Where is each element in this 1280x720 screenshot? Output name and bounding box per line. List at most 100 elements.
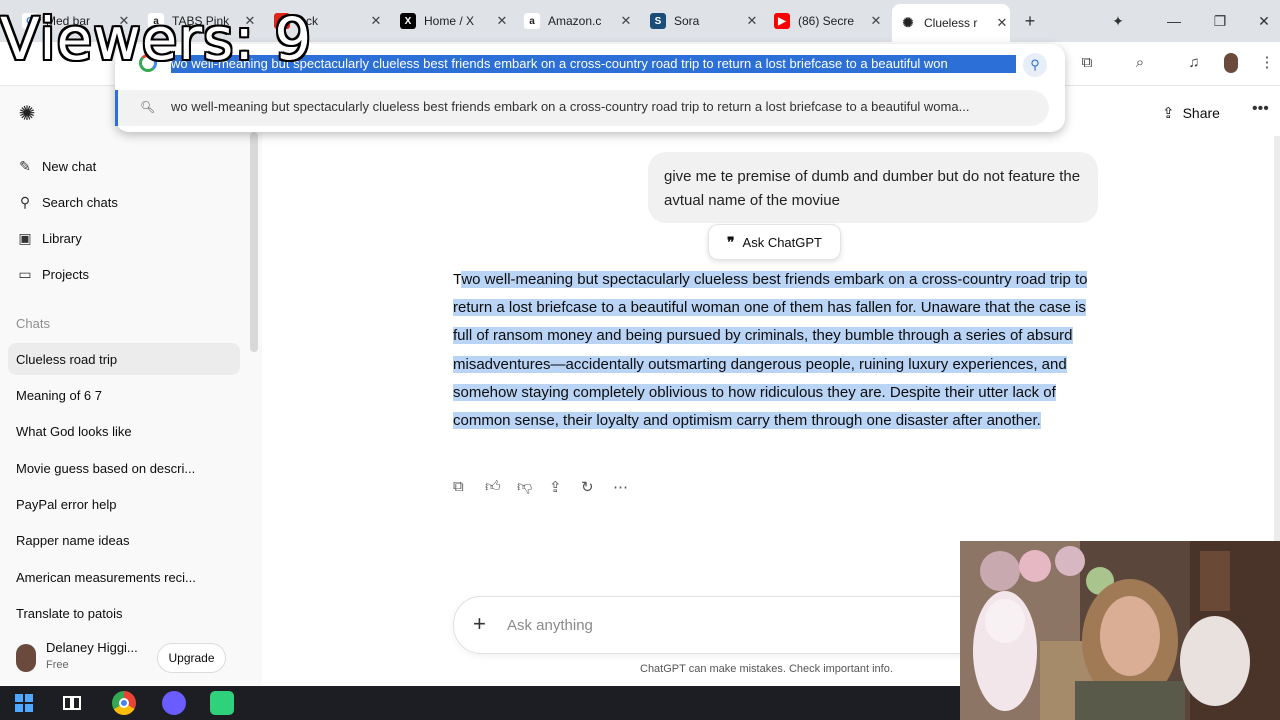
chat-item-label: Translate to patois <box>16 605 123 621</box>
folder-icon: ▭ <box>18 265 32 282</box>
suggestion-text: wo well-meaning but spectacularly cluele… <box>171 99 970 114</box>
tab-title: Amazon.c <box>548 14 602 28</box>
webcam-overlay <box>960 541 1280 720</box>
message-actions: ⧉ 👍︎ 👎︎ ⇪ ↻ ⋯ <box>453 478 645 500</box>
windows-start-icon[interactable] <box>12 691 36 715</box>
sidebar-item-library[interactable]: ▣ Library <box>8 222 240 254</box>
quote-icon: ❞ <box>726 233 735 250</box>
tab-5[interactable]: S Sora ✕ <box>642 6 760 36</box>
youtube-icon: ▶ <box>774 13 790 29</box>
sidebar-item-label: Search chats <box>42 194 118 210</box>
ask-chatgpt-label: Ask ChatGPT <box>742 234 822 250</box>
profile-plan: Free <box>46 659 69 671</box>
extensions-icon[interactable]: ⧉ <box>1076 52 1098 74</box>
profile-name: Delaney Higgi... <box>46 640 138 655</box>
google-lens-icon[interactable]: ⚲ <box>1023 53 1047 77</box>
profile-section[interactable]: Delaney Higgi... Free Upgrade <box>16 640 250 680</box>
viewers-count-overlay: Viewers: 9 <box>0 5 313 73</box>
more-options-icon[interactable]: ⋯ <box>613 478 645 500</box>
share-icon[interactable]: ⇪ <box>549 478 581 500</box>
selected-answer-text: wo well-meaning but spectacularly cluele… <box>453 271 1088 430</box>
chat-item-label: Movie guess based on descri... <box>16 460 196 476</box>
chat-item-label: What God looks like <box>16 423 132 439</box>
tab-4[interactable]: a Amazon.c ✕ <box>516 6 634 36</box>
chat-item[interactable]: American measurements reci... <box>8 561 240 593</box>
chat-item-label: PayPal error help <box>16 496 117 512</box>
openai-logo-icon[interactable]: ✺ <box>16 103 38 125</box>
share-label: Share <box>1182 105 1220 121</box>
copy-icon[interactable]: ⧉ <box>453 478 485 500</box>
disclaimer: ChatGPT can make mistakes. Check importa… <box>640 663 893 675</box>
composer-input[interactable]: Ask anything <box>507 617 593 634</box>
tab-3[interactable]: X Home / X ✕ <box>392 6 510 36</box>
new-tab-button[interactable]: + <box>1010 8 1050 34</box>
chat-item-label: Rapper name ideas <box>16 532 130 548</box>
openai-icon: ✺ <box>900 15 916 31</box>
chat-item[interactable]: Translate to patois <box>8 597 240 629</box>
regenerate-icon[interactable]: ↻ <box>581 478 613 500</box>
sidebar-item-search-chats[interactable]: ⚲ Search chats <box>8 186 240 218</box>
omnibox-suggestion[interactable]: 🔍︎ wo well-meaning but spectacularly clu… <box>115 90 1049 126</box>
chat-item-label: American measurements reci... <box>16 569 196 585</box>
chat-item[interactable]: PayPal error help <box>8 488 240 520</box>
profile-avatar-icon[interactable] <box>1220 52 1242 74</box>
close-icon[interactable]: ✕ <box>994 15 1010 31</box>
sidebar-item-label: New chat <box>42 158 97 174</box>
close-icon[interactable]: ✕ <box>368 13 384 29</box>
tab-title: Clueless r <box>924 16 978 30</box>
gemini-icon[interactable]: ✦ <box>1098 8 1138 34</box>
search-icon: ⚲ <box>19 193 31 210</box>
sidebar-scrollbar[interactable] <box>250 132 258 352</box>
thumbs-up-icon[interactable]: 👍︎ <box>485 478 517 500</box>
restore-button[interactable]: ❐ <box>1200 8 1240 34</box>
chats-heading: Chats <box>16 316 50 331</box>
tab-7-active[interactable]: ✺ Clueless r ✕ <box>892 4 1010 42</box>
app-icon[interactable] <box>162 691 186 715</box>
search-icon: 🔍︎ <box>140 100 156 114</box>
tab-title: Home / X <box>424 14 475 28</box>
tab-6[interactable]: ▶ (86) Secre ✕ <box>766 6 884 36</box>
search-tabs-icon[interactable]: ⌕ <box>1129 52 1151 74</box>
chat-item[interactable]: Meaning of 6 7 <box>8 379 240 411</box>
tab-title: Sora <box>674 14 700 28</box>
close-icon[interactable]: ✕ <box>744 13 760 29</box>
chat-item-label: Clueless road trip <box>16 351 118 367</box>
close-window-button[interactable]: ✕ <box>1244 8 1280 34</box>
assistant-message[interactable]: Two well-meaning but spectacularly cluel… <box>453 266 1093 435</box>
webcam-feed-image <box>960 541 1280 720</box>
upgrade-button[interactable]: Upgrade <box>157 643 226 673</box>
close-icon[interactable]: ✕ <box>868 13 884 29</box>
avatar <box>16 644 36 672</box>
sidebar-item-label: Library <box>42 230 82 246</box>
chat-item[interactable]: Movie guess based on descri... <box>8 452 240 484</box>
chat-item-label: Meaning of 6 7 <box>16 387 103 403</box>
ask-chatgpt-button[interactable]: ❞ Ask ChatGPT <box>708 224 841 260</box>
media-control-icon[interactable]: ♫ <box>1183 52 1205 74</box>
streamlabs-icon[interactable] <box>210 691 234 715</box>
sidebar-item-label: Projects <box>42 266 89 282</box>
chat-item[interactable]: What God looks like <box>8 415 240 447</box>
chat-item-selected[interactable]: Clueless road trip <box>8 343 240 375</box>
sora-icon: S <box>650 13 666 29</box>
sidebar-item-projects[interactable]: ▭ Projects <box>8 258 240 290</box>
amazon-icon: a <box>524 13 540 29</box>
chat-item[interactable]: Rapper name ideas <box>8 524 240 556</box>
compose-icon: ✎ <box>19 157 31 174</box>
plus-icon[interactable]: + <box>473 611 486 637</box>
task-view-icon[interactable] <box>60 691 84 715</box>
chrome-menu-icon[interactable]: ⋮ <box>1256 52 1278 74</box>
tab-title: (86) Secre <box>798 14 855 28</box>
user-message: give me te premise of dumb and dumber bu… <box>648 152 1098 223</box>
sidebar-item-new-chat[interactable]: ✎ New chat <box>8 150 240 182</box>
close-icon[interactable]: ✕ <box>618 13 634 29</box>
thumbs-down-icon[interactable]: 👎︎ <box>517 478 549 500</box>
x-icon: X <box>400 13 416 29</box>
close-icon[interactable]: ✕ <box>494 13 510 29</box>
more-options-icon[interactable]: ••• <box>1252 100 1269 118</box>
minimize-button[interactable]: — <box>1154 8 1194 34</box>
chrome-icon[interactable] <box>112 691 136 715</box>
sidebar: ✺ ✎ New chat ⚲ Search chats ▣ Library ▭ … <box>0 86 262 685</box>
share-button[interactable]: ⇪ Share <box>1162 104 1220 122</box>
share-icon: ⇪ <box>1162 105 1175 122</box>
library-icon: ▣ <box>18 229 32 246</box>
